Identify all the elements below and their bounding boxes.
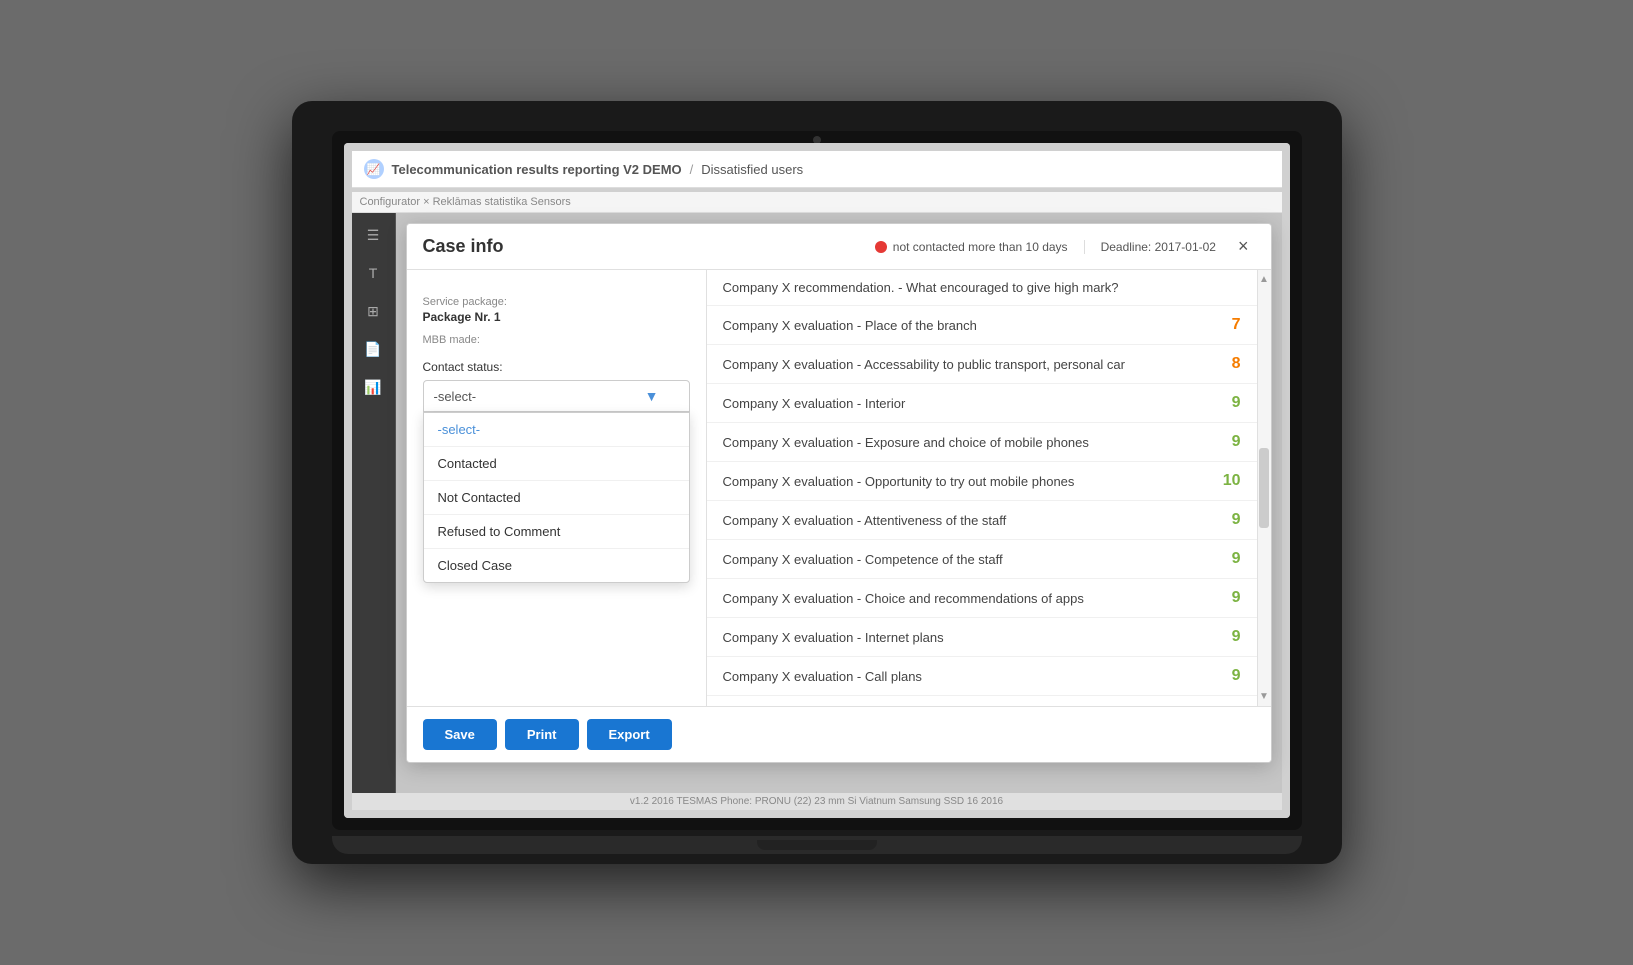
evaluation-row: Company X evaluation - Internet plans 9 bbox=[707, 618, 1257, 657]
top-bar: 📈 Telecommunication results reporting V2… bbox=[352, 151, 1282, 188]
dropdown-option-closed[interactable]: Closed Case bbox=[424, 549, 689, 582]
laptop-screen: 📈 Telecommunication results reporting V2… bbox=[344, 143, 1290, 818]
modal-close-button[interactable]: × bbox=[1232, 234, 1255, 259]
sidebar-icon-chart[interactable]: 📊 bbox=[359, 373, 387, 401]
app-icon: 📈 bbox=[364, 159, 384, 179]
deadline-text: Deadline: 2017-01-02 bbox=[1084, 240, 1216, 254]
eval-label: Company X evaluation - Place of the bran… bbox=[723, 318, 977, 333]
print-button[interactable]: Print bbox=[505, 719, 579, 750]
eval-label: Company X evaluation - Choice and recomm… bbox=[723, 591, 1084, 606]
contact-status-dropdown: -select- Contacted Not Contacted bbox=[423, 412, 690, 583]
select-current-value: -select- bbox=[434, 389, 477, 404]
app-background: 📈 Telecommunication results reporting V2… bbox=[344, 143, 1290, 818]
scrollbar[interactable]: ▲ ▼ bbox=[1257, 270, 1271, 706]
dropdown-option-refused[interactable]: Refused to Comment bbox=[424, 515, 689, 549]
eval-score: 9 bbox=[1211, 667, 1241, 685]
eval-score: 7 bbox=[1211, 316, 1241, 334]
modal-title: Case info bbox=[423, 236, 504, 257]
eval-label: Company X evaluation - Accessability to … bbox=[723, 357, 1125, 372]
dropdown-option-contacted[interactable]: Contacted bbox=[424, 447, 689, 481]
eval-label: Company X recommendation. - What encoura… bbox=[723, 280, 1119, 295]
main-layout: ☰ T ⊞ 📄 📊 Case info bbox=[352, 213, 1282, 793]
dropdown-option-not-contacted[interactable]: Not Contacted bbox=[424, 481, 689, 515]
scroll-up-arrow[interactable]: ▲ bbox=[1259, 274, 1269, 285]
evaluation-row: Company X recommendation. - What encoura… bbox=[707, 270, 1257, 306]
service-package-label: Service package: bbox=[423, 296, 690, 308]
left-panel: Service package: Package Nr. 1 MBB made:… bbox=[407, 270, 707, 706]
sidebar-icon-menu[interactable]: ☰ bbox=[359, 221, 387, 249]
alert-text: not contacted more than 10 days bbox=[893, 240, 1068, 254]
eval-score: 9 bbox=[1211, 628, 1241, 646]
status-text: v1.2 2016 TESMAS Phone: PRONU (22) 23 mm… bbox=[630, 796, 1003, 807]
right-panel-inner: Company X recommendation. - What encoura… bbox=[707, 270, 1271, 706]
contact-status-select-wrapper: -select- ▼ -select- bbox=[423, 380, 690, 412]
laptop-shell: 📈 Telecommunication results reporting V2… bbox=[292, 101, 1342, 864]
modal-header: Case info not contacted more than 10 day… bbox=[407, 224, 1271, 270]
evaluation-row: Company X evaluation - Opportunity to tr… bbox=[707, 462, 1257, 501]
modal-header-right: not contacted more than 10 days Deadline… bbox=[875, 234, 1255, 259]
evaluation-row: Company X evaluation - Interior 9 bbox=[707, 384, 1257, 423]
eval-score: 9 bbox=[1211, 511, 1241, 529]
app-subtitle: Dissatisfied users bbox=[701, 162, 803, 177]
sidebar-icon-text[interactable]: T bbox=[359, 259, 387, 287]
sidebar: ☰ T ⊞ 📄 📊 bbox=[352, 213, 396, 793]
dropdown-option-select[interactable]: -select- bbox=[424, 413, 689, 447]
evaluation-row: Company X evaluation - Attentiveness of … bbox=[707, 501, 1257, 540]
evaluation-row: Company X evaluation - Competence of the… bbox=[707, 540, 1257, 579]
laptop-base bbox=[332, 836, 1302, 854]
evaluation-list[interactable]: Company X recommendation. - What encoura… bbox=[707, 270, 1257, 706]
modal-overlay: Case info not contacted more than 10 day… bbox=[396, 213, 1282, 793]
status-bar: v1.2 2016 TESMAS Phone: PRONU (22) 23 mm… bbox=[352, 793, 1282, 810]
contact-status-select[interactable]: -select- ▼ bbox=[423, 380, 690, 412]
mbb-made-label: MBB made: bbox=[423, 334, 690, 346]
alert-dot-icon bbox=[875, 241, 887, 253]
screen-bezel: 📈 Telecommunication results reporting V2… bbox=[332, 131, 1302, 830]
sub-navigation: Configurator × Reklāmas statistika Senso… bbox=[352, 192, 1282, 213]
laptop-base-notch bbox=[757, 840, 877, 850]
evaluation-row: Company X evaluation - Place of the bran… bbox=[707, 306, 1257, 345]
eval-label: Company X evaluation - Exposure and choi… bbox=[723, 435, 1089, 450]
app-title: Telecommunication results reporting V2 D… bbox=[392, 162, 682, 177]
export-button[interactable]: Export bbox=[587, 719, 672, 750]
eval-score: 9 bbox=[1211, 550, 1241, 568]
eval-label: Company X evaluation - Interior bbox=[723, 396, 906, 411]
save-button[interactable]: Save bbox=[423, 719, 497, 750]
evaluation-row: Company X evaluation - Call plans 9 bbox=[707, 657, 1257, 696]
eval-label: Company X evaluation - Call plans bbox=[723, 669, 922, 684]
sidebar-icon-grid[interactable]: ⊞ bbox=[359, 297, 387, 325]
eval-label: Company X evaluation - Opportunity to tr… bbox=[723, 474, 1075, 489]
case-info-modal: Case info not contacted more than 10 day… bbox=[406, 223, 1272, 763]
service-package-value: Package Nr. 1 bbox=[423, 310, 690, 324]
eval-score: 9 bbox=[1211, 394, 1241, 412]
evaluation-row: Company X evaluation - Exposure and choi… bbox=[707, 423, 1257, 462]
eval-label: Company X evaluation - Competence of the… bbox=[723, 552, 1003, 567]
eval-score: 8 bbox=[1211, 355, 1241, 373]
title-separator: / bbox=[690, 162, 694, 177]
main-content: Case info not contacted more than 10 day… bbox=[396, 213, 1282, 793]
evaluation-row: Company X evaluation - Speed of service8 bbox=[707, 696, 1257, 706]
alert-badge: not contacted more than 10 days bbox=[875, 240, 1068, 254]
eval-label: Company X evaluation - Attentiveness of … bbox=[723, 513, 1007, 528]
eval-label: Company X evaluation - Internet plans bbox=[723, 630, 944, 645]
contact-status-label: Contact status: bbox=[423, 360, 690, 374]
evaluation-row: Company X evaluation - Choice and recomm… bbox=[707, 579, 1257, 618]
select-arrow-icon: ▼ bbox=[645, 388, 659, 404]
evaluation-row: Company X evaluation - Accessability to … bbox=[707, 345, 1257, 384]
eval-score: 10 bbox=[1211, 472, 1241, 490]
right-panel: Company X recommendation. - What encoura… bbox=[707, 270, 1271, 706]
scrollbar-thumb[interactable] bbox=[1259, 448, 1269, 528]
sidebar-icon-doc[interactable]: 📄 bbox=[359, 335, 387, 363]
eval-score: 9 bbox=[1211, 589, 1241, 607]
eval-score: 9 bbox=[1211, 433, 1241, 451]
modal-footer: Save Print Export bbox=[407, 706, 1271, 762]
modal-body: Service package: Package Nr. 1 MBB made:… bbox=[407, 270, 1271, 706]
scroll-down-arrow[interactable]: ▼ bbox=[1259, 691, 1269, 702]
